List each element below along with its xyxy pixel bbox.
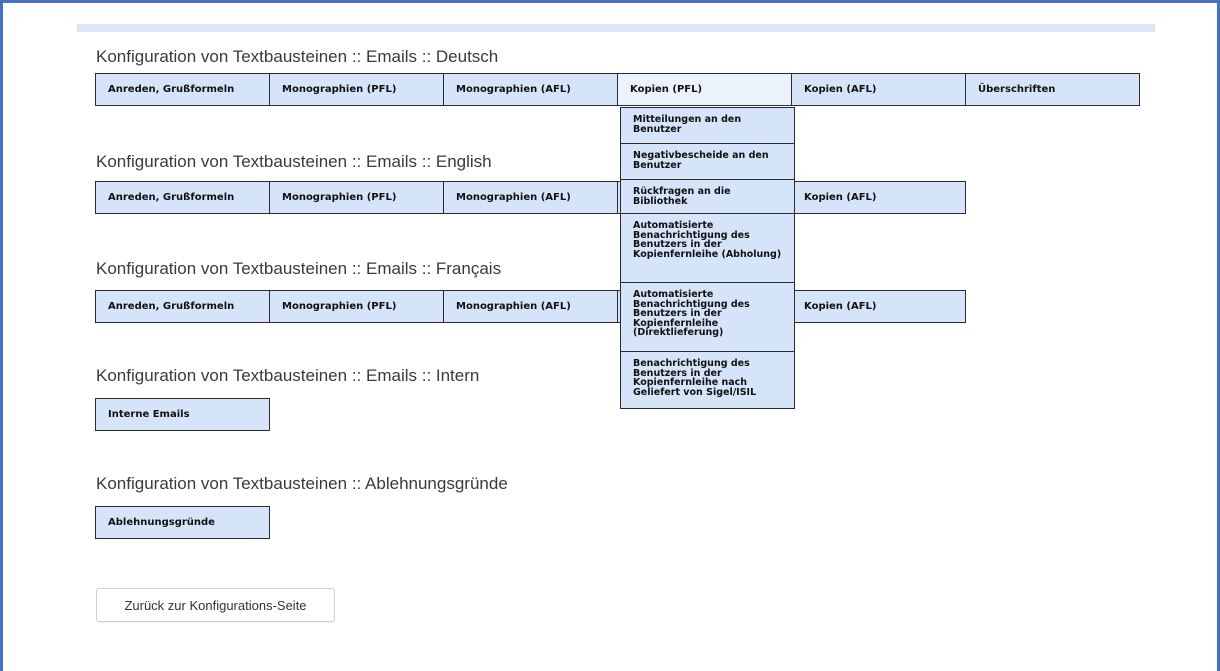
menu-item-geliefert-sigel[interactable]: Benachrichtigung des Benutzers in der Ko… xyxy=(621,352,794,408)
tab-de-kopien-afl[interactable]: Kopien (AFL) xyxy=(791,73,966,106)
tabs-english: Anreden, Grußformeln Monographien (PFL) … xyxy=(95,181,966,214)
menu-item-rueckfragen[interactable]: Rückfragen an die Bibliothek xyxy=(621,180,794,214)
tab-de-kopien-pfl[interactable]: Kopien (PFL) xyxy=(617,73,792,106)
tab-de-ueberschriften[interactable]: Überschriften xyxy=(965,73,1140,106)
tabs-francais: Anreden, Grußformeln Monographien (PFL) … xyxy=(95,290,966,323)
tab-de-monographien-pfl[interactable]: Monographien (PFL) xyxy=(269,73,444,106)
tabs-deutsch: Anreden, Grußformeln Monographien (PFL) … xyxy=(95,73,1140,106)
tab-fr-kopien-afl[interactable]: Kopien (AFL) xyxy=(791,290,966,323)
tab-en-monographien-pfl[interactable]: Monographien (PFL) xyxy=(269,181,444,214)
tab-fr-monographien-pfl[interactable]: Monographien (PFL) xyxy=(269,290,444,323)
heading-intern: Konfiguration von Textbausteinen :: Emai… xyxy=(96,366,480,385)
kopien-pfl-dropdown-menu: Mitteilungen an den Benutzer Negativbesc… xyxy=(620,107,795,409)
menu-item-auto-abholung[interactable]: Automatisierte Benachrichtigung des Benu… xyxy=(621,214,794,283)
tab-en-kopien-afl[interactable]: Kopien (AFL) xyxy=(791,181,966,214)
menu-item-negativbescheide[interactable]: Negativbescheide an den Benutzer xyxy=(621,144,794,180)
menu-item-auto-direktlieferung[interactable]: Automatisierte Benachrichtigung des Benu… xyxy=(621,283,794,352)
tab-interne-emails[interactable]: Interne Emails xyxy=(95,398,270,431)
header-bar xyxy=(77,24,1155,32)
heading-deutsch: Konfiguration von Textbausteinen :: Emai… xyxy=(96,47,499,66)
tab-fr-anreden[interactable]: Anreden, Grußformeln xyxy=(95,290,270,323)
heading-english: Konfiguration von Textbausteinen :: Emai… xyxy=(96,152,492,171)
tab-fr-monographien-afl[interactable]: Monographien (AFL) xyxy=(443,290,618,323)
tab-en-anreden[interactable]: Anreden, Grußformeln xyxy=(95,181,270,214)
back-to-config-button[interactable]: Zurück zur Konfigurations-Seite xyxy=(96,588,335,622)
tabs-ablehnung: Ablehnungsgründe xyxy=(95,506,270,539)
tabs-intern: Interne Emails xyxy=(95,398,270,431)
tab-en-monographien-afl[interactable]: Monographien (AFL) xyxy=(443,181,618,214)
tab-ablehnungsgruende[interactable]: Ablehnungsgründe xyxy=(95,506,270,539)
heading-francais: Konfiguration von Textbausteinen :: Emai… xyxy=(96,259,502,278)
tab-de-anreden[interactable]: Anreden, Grußformeln xyxy=(95,73,270,106)
tab-de-monographien-afl[interactable]: Monographien (AFL) xyxy=(443,73,618,106)
heading-ablehnung: Konfiguration von Textbausteinen :: Able… xyxy=(96,474,508,493)
menu-item-mitteilungen[interactable]: Mitteilungen an den Benutzer xyxy=(621,108,794,144)
